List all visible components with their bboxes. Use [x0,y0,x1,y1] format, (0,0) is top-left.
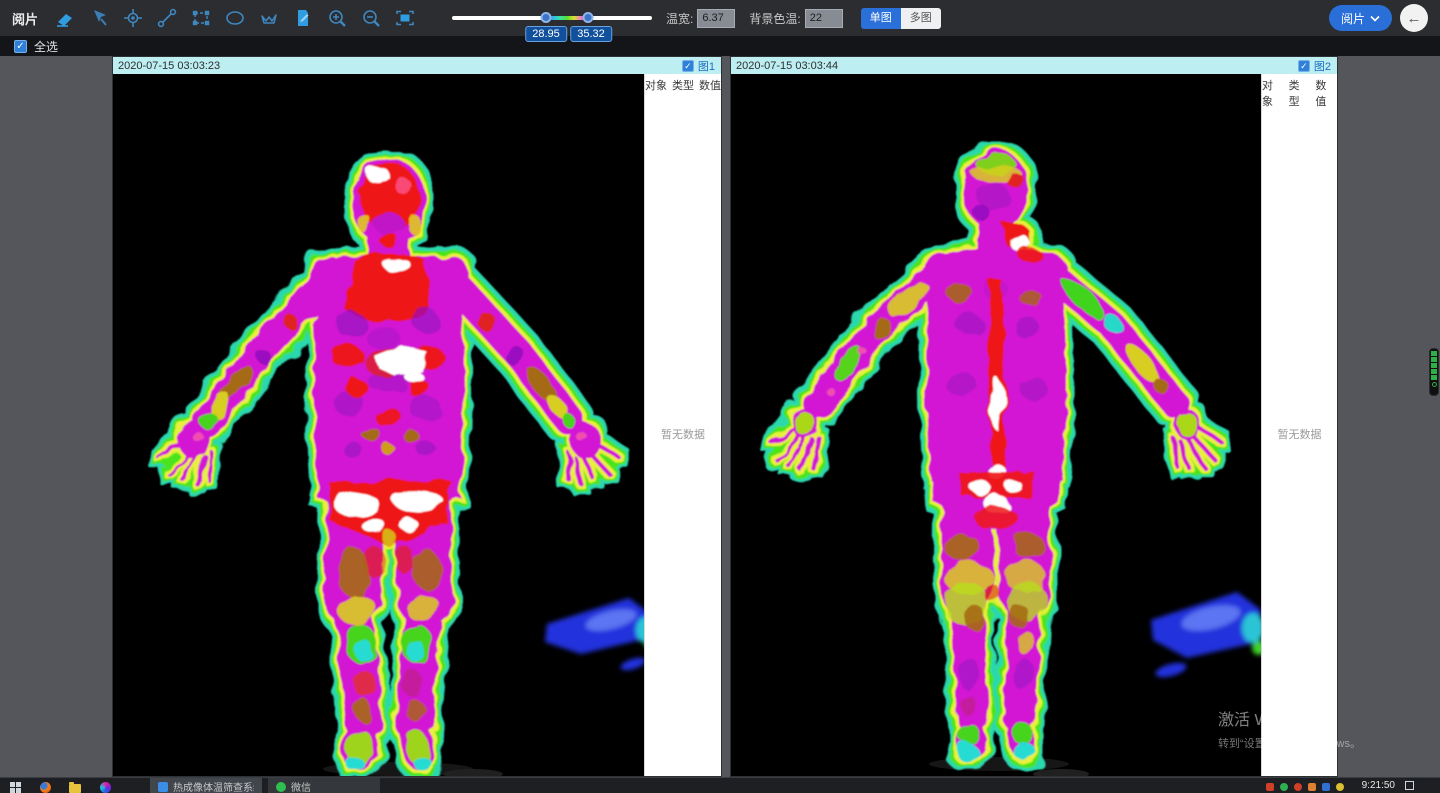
panel-1-empty-text: 暂无数据 [645,426,721,442]
tray-icon-1[interactable] [1266,783,1274,791]
bg-color-temp-label: 背景色温: [749,10,800,27]
toolbar-right-group: 阅片 ← [1329,4,1428,32]
panel-1-checkbox[interactable] [682,60,694,72]
file-explorer-icon[interactable] [60,778,90,793]
taskbar-app-thermal-system[interactable]: 热成像体温筛查系统 [150,778,262,793]
view-toggle: 单图 多图 [861,8,941,29]
panel-1-measurement-table: 对象 类型 数值 暂无数据 [644,74,721,776]
thermal-review-app: { "toolbar": { "mode_label": "阅片", "tool… [0,0,1440,793]
col-type: 类型 [1289,77,1311,109]
slider-handle-high[interactable] [583,12,594,23]
browser-icon[interactable] [30,778,60,793]
multi-view-button[interactable]: 多图 [901,8,941,29]
start-button[interactable] [0,778,30,793]
slider-low-value: 28.95 [525,26,567,42]
ellipse-tool-icon[interactable] [222,5,248,31]
bg-color-temp-input[interactable] [805,9,843,28]
panel-1-header: 2020-07-15 03:03:23 图1 [113,57,721,74]
col-value: 数值 [1315,77,1337,109]
wechat-app-icon [276,782,286,792]
battery-indicator-dot [1432,382,1437,387]
panel-1-tag: 图1 [698,58,715,74]
selection-bar: 全选 [0,36,1440,56]
line-measure-icon[interactable] [154,5,180,31]
cool-bench-object [1151,592,1261,680]
col-type: 类型 [672,77,694,93]
windows-taskbar: 热成像体温筛查系统 微信 9:21:50 [0,777,1440,793]
panel-2-measurement-table: 对象 类型 数值 暂无数据 [1261,74,1337,776]
mode-label: 阅片 [12,9,38,28]
temperature-range-slider: 28.95 35.32 [452,0,652,36]
taskbar-clock[interactable]: 9:21:50 [1362,778,1395,791]
polygon-tool-icon[interactable] [256,5,282,31]
panel-1-table-header: 对象 类型 数值 [645,74,721,93]
col-object: 对象 [1262,77,1284,109]
panel-1-body: 对象 类型 数值 暂无数据 [113,74,721,776]
taskbar-app-1-label: 热成像体温筛查系统 [173,782,254,793]
thermal-body-front [159,158,619,774]
col-object: 对象 [645,77,667,93]
reading-mode-label: 阅片 [1341,10,1365,27]
panel-2-body: 对象 类型 数值 暂无数据 [731,74,1337,776]
cursor-icon[interactable] [86,5,112,31]
panel-2-empty-text: 暂无数据 [1262,426,1337,442]
panel-1-timestamp: 2020-07-15 03:03:23 [118,60,220,72]
thermal-image-2[interactable] [731,74,1261,776]
slider-handle-low[interactable] [541,12,552,23]
panel-2-tag: 图2 [1314,58,1331,74]
tool-group [52,5,418,31]
panel-2-header: 2020-07-15 03:03:44 图2 [731,57,1337,74]
back-arrow-icon: ← [1407,10,1422,27]
col-value: 数值 [699,77,721,93]
tray-icon-5[interactable] [1322,783,1330,791]
temp-width-field: 温宽: [666,9,735,28]
tray-icon-2[interactable] [1280,783,1288,791]
tray-icon-3[interactable] [1294,783,1302,791]
eraser-icon[interactable] [52,5,78,31]
taskbar-app-wechat[interactable]: 微信 [268,778,380,793]
thermal-panel-1: 2020-07-15 03:03:23 图1 [112,56,722,777]
thermal-app-icon [158,782,168,792]
select-all-checkbox[interactable] [14,40,27,53]
windows-logo-icon [10,782,21,793]
report-icon[interactable] [290,5,316,31]
zoom-out-icon[interactable] [358,5,384,31]
system-tray [1266,778,1350,791]
panel-2-timestamp: 2020-07-15 03:03:44 [736,60,838,72]
select-all-label: 全选 [34,38,58,55]
tray-icon-4[interactable] [1308,783,1316,791]
rect-select-icon[interactable] [188,5,214,31]
temp-width-label: 温宽: [666,10,693,27]
top-toolbar: 阅片 [0,0,1440,36]
slider-high-value: 35.32 [570,26,612,42]
thermal-image-1[interactable] [113,74,644,776]
zoom-in-icon[interactable] [324,5,350,31]
back-button[interactable]: ← [1400,4,1428,32]
single-view-button[interactable]: 单图 [861,8,901,29]
fit-screen-icon[interactable] [392,5,418,31]
temp-width-input[interactable] [697,9,735,28]
cool-bench-object [545,598,644,673]
chevron-down-icon [1370,15,1380,22]
reading-mode-dropdown[interactable]: 阅片 [1329,5,1392,31]
taskbar-app-2-label: 微信 [291,782,311,793]
panel-2-checkbox[interactable] [1298,60,1310,72]
point-marker-icon[interactable] [120,5,146,31]
thermal-panel-2: 2020-07-15 03:03:44 图2 [730,56,1338,777]
media-app-icon[interactable] [90,778,120,793]
notification-center-icon[interactable] [1405,781,1414,790]
panel-2-table-header: 对象 类型 数值 [1262,74,1337,109]
tray-icon-6[interactable] [1336,783,1344,791]
thermal-body-back [771,150,1221,761]
battery-level-widget[interactable] [1429,348,1439,396]
bg-color-temp-field: 背景色温: [749,9,842,28]
floor-reflection [929,757,1089,776]
